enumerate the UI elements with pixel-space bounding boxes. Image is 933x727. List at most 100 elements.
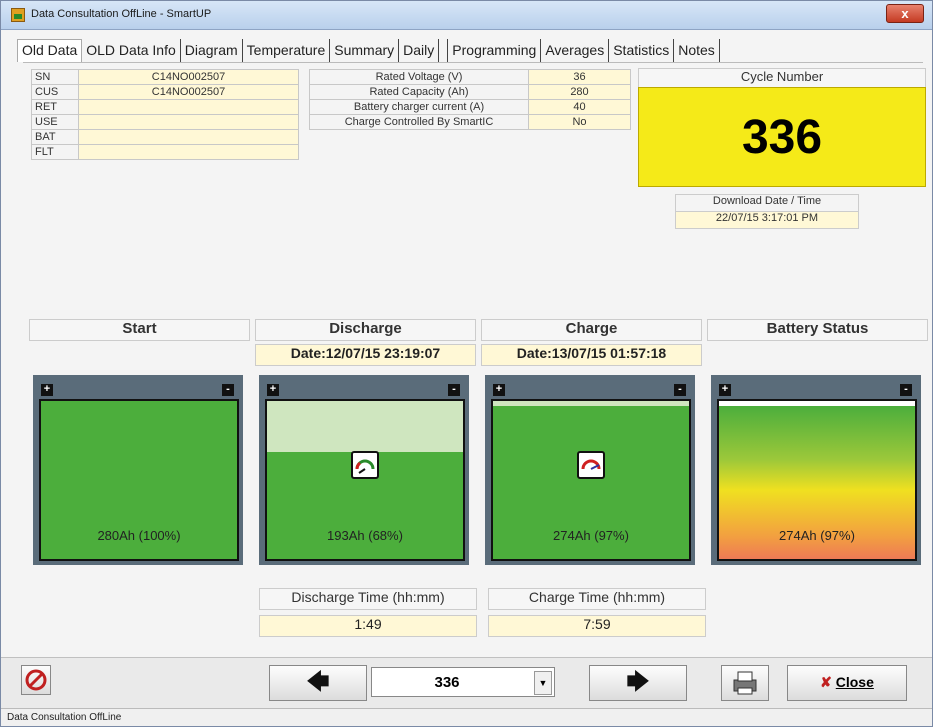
right-arrow-icon: 🡆	[626, 669, 650, 694]
battery-level-label: 193Ah (68%)	[327, 528, 403, 543]
tab-strip: Old Data OLD Data Info Diagram Temperatu…	[17, 39, 720, 63]
battery-start: + - 280Ah (100%)	[33, 375, 243, 565]
battery-level-label: 280Ah (100%)	[97, 528, 181, 543]
close-icon: ✘	[820, 674, 832, 690]
window-close-button[interactable]: x	[886, 4, 924, 23]
discharge-time-label: Discharge Time (hh:mm)	[259, 588, 477, 610]
id-label: CUS	[31, 84, 79, 100]
rating-value: 36	[528, 69, 631, 85]
table-row: Battery charger current (A) 40	[309, 99, 631, 115]
battery-status-header: Battery Status	[707, 319, 928, 341]
table-row: CUS C14NO002507	[31, 84, 299, 100]
charge-date: Date:13/07/15 01:57:18	[481, 344, 702, 366]
tab-daily[interactable]: Daily	[399, 39, 440, 62]
discharge-time-value: 1:49	[259, 615, 477, 637]
battery-status: + - 274Ah (97%)	[711, 375, 921, 565]
id-label: BAT	[31, 129, 79, 145]
id-label: RET	[31, 99, 79, 115]
plus-terminal-icon: +	[267, 384, 279, 396]
cycle-selector-value: 336	[434, 674, 460, 691]
charge-header: Charge	[481, 319, 702, 341]
minus-terminal-icon: -	[900, 384, 912, 396]
printer-icon	[733, 671, 757, 695]
discharge-header: Discharge	[255, 319, 476, 341]
table-row: SN C14NO002507	[31, 69, 299, 85]
start-header: Start	[29, 319, 250, 341]
chevron-down-icon[interactable]: ▼	[534, 671, 552, 695]
previous-button[interactable]: 🡄	[269, 665, 367, 701]
print-button[interactable]	[721, 665, 769, 701]
id-table: SN C14NO002507 CUS C14NO002507 RET USE BAT…	[31, 69, 299, 160]
battery-level-label: 274Ah (97%)	[553, 528, 629, 543]
cycle-number-box: 336	[638, 87, 926, 187]
id-value	[78, 99, 299, 115]
app-icon	[11, 8, 25, 22]
rating-value: 40	[528, 99, 631, 115]
minus-terminal-icon: -	[674, 384, 686, 396]
battery-charge: + - 274Ah (97%)	[485, 375, 695, 565]
cycle-number-label: Cycle Number	[638, 68, 926, 88]
table-row: Charge Controlled By SmartIC No	[309, 114, 631, 130]
ratings-table: Rated Voltage (V) 36 Rated Capacity (Ah) 2…	[309, 69, 631, 130]
download-datetime-value: 22/07/15 3:17:01 PM	[675, 211, 859, 229]
download-datetime-label: Download Date / Time	[675, 194, 859, 212]
table-row: BAT	[31, 129, 299, 145]
bottom-toolbar: 🡄 336 ▼ 🡆 ✘ Close	[1, 657, 932, 708]
id-value: C14NO002507	[78, 84, 299, 100]
battery-cell: 193Ah (68%)	[265, 399, 465, 561]
id-value	[78, 114, 299, 130]
next-button[interactable]: 🡆	[589, 665, 687, 701]
battery-discharge: + - 193Ah (68%)	[259, 375, 469, 565]
battery-cell: 280Ah (100%)	[39, 399, 239, 561]
rating-label: Charge Controlled By SmartIC	[309, 114, 529, 130]
tab-programming[interactable]: Programming	[447, 39, 542, 62]
rating-label: Battery charger current (A)	[309, 99, 529, 115]
id-value: C14NO002507	[78, 69, 299, 85]
status-bar: Data Consultation OffLine	[1, 708, 932, 726]
table-row: Rated Capacity (Ah) 280	[309, 84, 631, 100]
tab-statistics[interactable]: Statistics	[609, 39, 675, 62]
battery-cell: 274Ah (97%)	[491, 399, 691, 561]
charge-time-value: 7:59	[488, 615, 706, 637]
id-value	[78, 129, 299, 145]
cycle-number-value: 336	[741, 111, 823, 164]
title-bar: Data Consultation OffLine - SmartUP x	[1, 1, 932, 30]
plus-terminal-icon: +	[493, 384, 505, 396]
charge-time-label: Charge Time (hh:mm)	[488, 588, 706, 610]
plus-terminal-icon: +	[41, 384, 53, 396]
tab-summary[interactable]: Summary	[330, 39, 400, 62]
tab-diagram[interactable]: Diagram	[181, 39, 243, 62]
gauge-icon	[577, 451, 605, 479]
rating-label: Rated Capacity (Ah)	[309, 84, 529, 100]
rating-value: No	[528, 114, 631, 130]
rating-label: Rated Voltage (V)	[309, 69, 529, 85]
rating-value: 280	[528, 84, 631, 100]
left-arrow-icon: 🡄	[306, 669, 330, 694]
battery-level-label: 274Ah (97%)	[779, 528, 855, 543]
plus-terminal-icon: +	[719, 384, 731, 396]
id-label: USE	[31, 114, 79, 130]
gauge-icon	[351, 451, 379, 479]
close-button[interactable]: ✘ Close	[787, 665, 907, 701]
battery-cell: 274Ah (97%)	[717, 399, 917, 561]
table-row: FLT	[31, 144, 299, 160]
tab-old-data[interactable]: Old Data	[17, 39, 83, 62]
tab-temperature[interactable]: Temperature	[243, 39, 331, 62]
id-label: SN	[31, 69, 79, 85]
tab-notes[interactable]: Notes	[674, 39, 720, 62]
table-row: Rated Voltage (V) 36	[309, 69, 631, 85]
tab-old-data-info[interactable]: OLD Data Info	[82, 39, 181, 62]
tab-averages[interactable]: Averages	[541, 39, 610, 62]
cycle-selector[interactable]: 336 ▼	[371, 667, 555, 697]
close-button-label: Close	[835, 674, 874, 690]
id-value	[78, 144, 299, 160]
table-row: USE	[31, 114, 299, 130]
discharge-date: Date:12/07/15 23:19:07	[255, 344, 476, 366]
minus-terminal-icon: -	[222, 384, 234, 396]
table-row: RET	[31, 99, 299, 115]
no-record-icon	[25, 669, 47, 691]
window-title: Data Consultation OffLine - SmartUP	[31, 8, 212, 20]
no-record-button[interactable]	[21, 665, 51, 695]
minus-terminal-icon: -	[448, 384, 460, 396]
main-window: Data Consultation OffLine - SmartUP x Ol…	[0, 0, 933, 727]
